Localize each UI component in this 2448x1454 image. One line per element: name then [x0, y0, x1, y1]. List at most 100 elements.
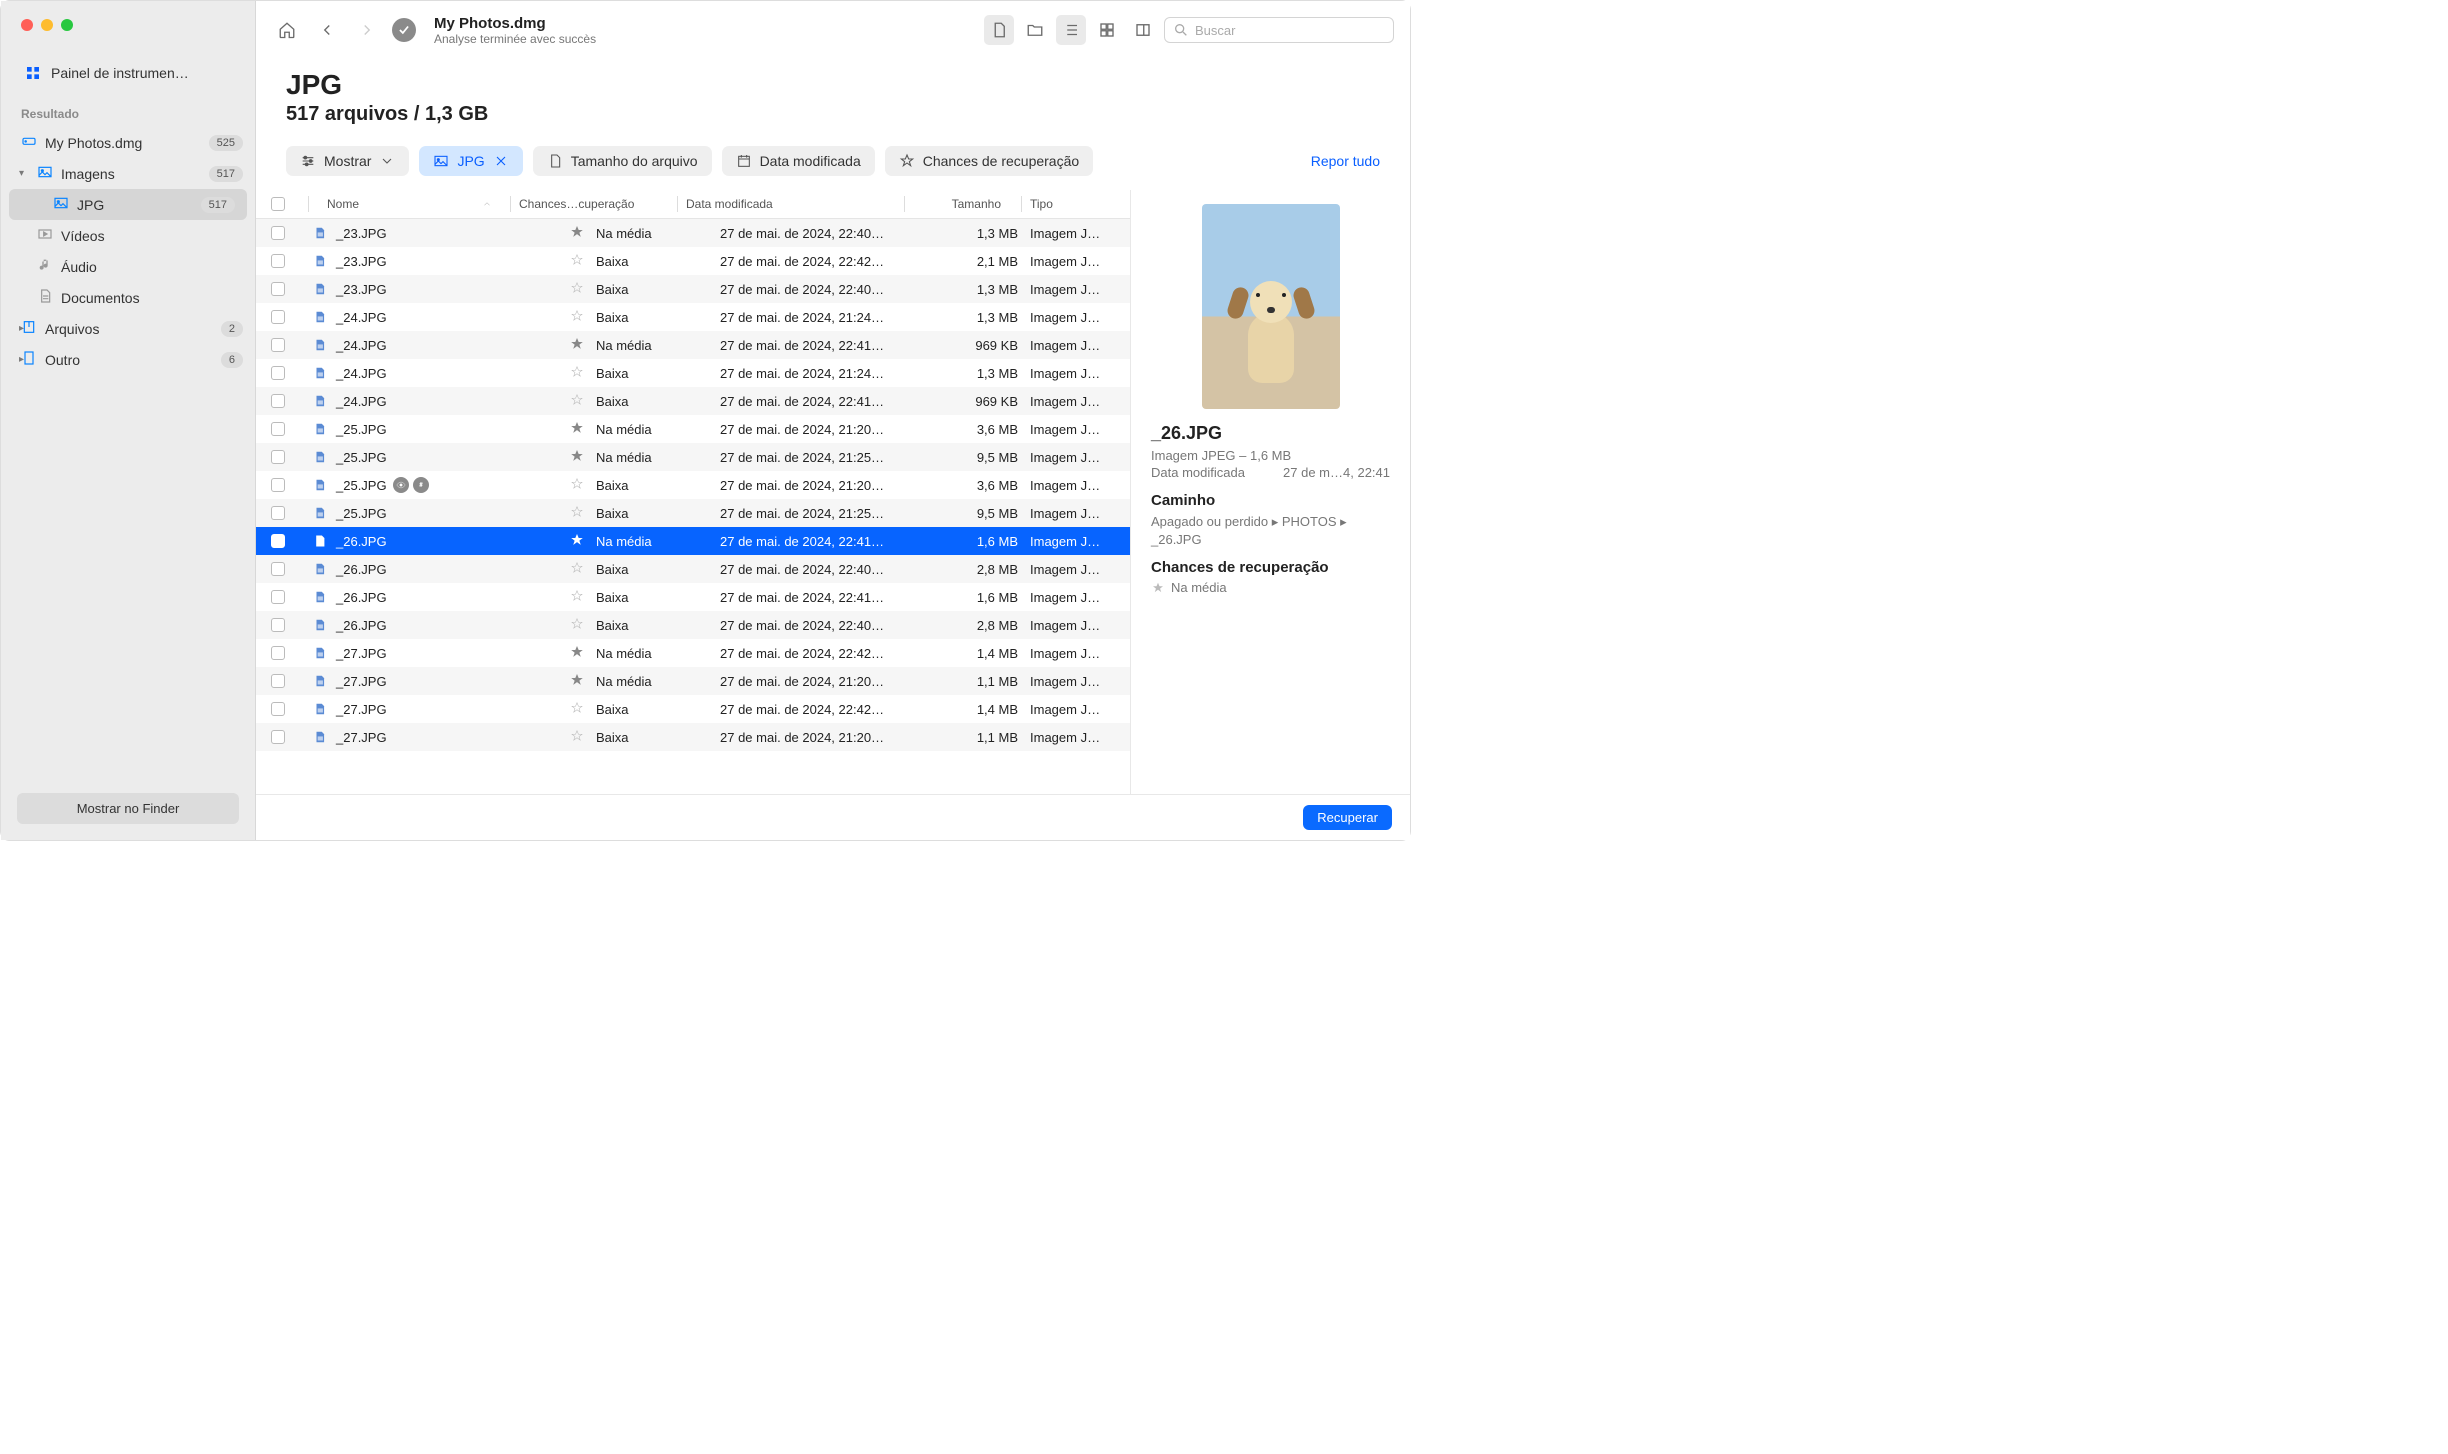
- view-folder-button[interactable]: [1020, 15, 1050, 45]
- row-checkbox[interactable]: [271, 534, 285, 548]
- sidebar-item-imagens[interactable]: ▾Imagens517: [1, 158, 255, 189]
- sidebar-item-my-photos-dmg[interactable]: My Photos.dmg525: [1, 127, 255, 158]
- recovery-level: Baixa: [596, 730, 629, 745]
- sidebar-item-documentos[interactable]: Documentos: [1, 282, 255, 313]
- sidebar-item-v-deos[interactable]: Vídeos: [1, 220, 255, 251]
- file-date: 27 de mai. de 2024, 22:41…: [720, 590, 930, 605]
- filter-chances[interactable]: Chances de recuperação: [885, 146, 1093, 176]
- row-checkbox[interactable]: [271, 338, 285, 352]
- sidebar-item--udio[interactable]: Áudio: [1, 251, 255, 282]
- row-checkbox[interactable]: [271, 562, 285, 576]
- table-row[interactable]: _27.JPGNa média27 de mai. de 2024, 22:42…: [256, 639, 1130, 667]
- row-checkbox[interactable]: [271, 674, 285, 688]
- row-checkbox[interactable]: [271, 394, 285, 408]
- table-row[interactable]: _25.JPGBaixa27 de mai. de 2024, 21:25…9,…: [256, 499, 1130, 527]
- filter-show[interactable]: Mostrar: [286, 146, 409, 176]
- file-type: Imagem J…: [1030, 226, 1130, 241]
- table-row[interactable]: _23.JPGNa média27 de mai. de 2024, 22:40…: [256, 219, 1130, 247]
- file-name: _27.JPG: [336, 702, 387, 717]
- hex-icon[interactable]: #: [413, 477, 429, 493]
- table-row[interactable]: _24.JPGBaixa27 de mai. de 2024, 21:24…1,…: [256, 303, 1130, 331]
- search-placeholder: Buscar: [1195, 23, 1235, 38]
- show-in-finder-button[interactable]: Mostrar no Finder: [17, 793, 239, 824]
- table-row[interactable]: _24.JPGNa média27 de mai. de 2024, 22:41…: [256, 331, 1130, 359]
- row-checkbox[interactable]: [271, 478, 285, 492]
- home-button[interactable]: [272, 15, 302, 45]
- table-row[interactable]: _24.JPGBaixa27 de mai. de 2024, 21:24…1,…: [256, 359, 1130, 387]
- table-row[interactable]: _25.JPGNa média27 de mai. de 2024, 21:25…: [256, 443, 1130, 471]
- chevron-down-icon: [379, 153, 395, 169]
- preview-icon[interactable]: [393, 477, 409, 493]
- table-row[interactable]: _26.JPGBaixa27 de mai. de 2024, 22:40…2,…: [256, 611, 1130, 639]
- recover-button[interactable]: Recuperar: [1303, 805, 1392, 830]
- file-icon: [310, 562, 330, 576]
- table-row[interactable]: _27.JPGNa média27 de mai. de 2024, 21:20…: [256, 667, 1130, 695]
- back-button[interactable]: [312, 15, 342, 45]
- row-checkbox[interactable]: [271, 366, 285, 380]
- col-size[interactable]: Tamanho: [913, 197, 1013, 211]
- file-icon: [310, 422, 330, 436]
- image-icon: [37, 164, 53, 183]
- table-row[interactable]: _27.JPGBaixa27 de mai. de 2024, 22:42…1,…: [256, 695, 1130, 723]
- row-checkbox[interactable]: [271, 730, 285, 744]
- forward-button[interactable]: [352, 15, 382, 45]
- chevron-right-icon[interactable]: ▸: [19, 354, 24, 365]
- row-checkbox[interactable]: [271, 422, 285, 436]
- table-row[interactable]: _24.JPGBaixa27 de mai. de 2024, 22:41…96…: [256, 387, 1130, 415]
- table-row[interactable]: _23.JPGBaixa27 de mai. de 2024, 22:40…1,…: [256, 275, 1130, 303]
- file-icon: [310, 226, 330, 240]
- video-icon: [37, 226, 53, 245]
- col-type[interactable]: Tipo: [1030, 197, 1130, 211]
- sidebar-item-jpg[interactable]: JPG517: [9, 189, 247, 220]
- details-path-value: Apagado ou perdido ▸ PHOTOS ▸ _26.JPG: [1151, 513, 1390, 549]
- col-recovery[interactable]: Chances…cuperação: [519, 197, 669, 211]
- row-checkbox[interactable]: [271, 646, 285, 660]
- sort-asc-icon: [482, 199, 492, 209]
- reset-filters[interactable]: Repor tudo: [1311, 153, 1380, 169]
- row-checkbox[interactable]: [271, 618, 285, 632]
- recovery-level: Na média: [596, 338, 652, 353]
- sidebar-dashboard[interactable]: Painel de instrumen…: [9, 57, 247, 89]
- row-checkbox[interactable]: [271, 506, 285, 520]
- table-row[interactable]: _25.JPGNa média27 de mai. de 2024, 21:20…: [256, 415, 1130, 443]
- chevron-down-icon[interactable]: ▾: [19, 168, 24, 179]
- search-input[interactable]: Buscar: [1164, 17, 1394, 43]
- view-grid-button[interactable]: [1092, 15, 1122, 45]
- row-checkbox[interactable]: [271, 254, 285, 268]
- filter-jpg[interactable]: JPG: [419, 146, 522, 176]
- table-row[interactable]: _25.JPG#Baixa27 de mai. de 2024, 21:20…3…: [256, 471, 1130, 499]
- close-icon[interactable]: [21, 19, 33, 31]
- table-row[interactable]: _23.JPGBaixa27 de mai. de 2024, 22:42…2,…: [256, 247, 1130, 275]
- table-row[interactable]: _26.JPGBaixa27 de mai. de 2024, 22:40…2,…: [256, 555, 1130, 583]
- star-icon: [899, 153, 915, 169]
- file-icon: [310, 254, 330, 268]
- toggle-sidebar-button[interactable]: [1128, 15, 1158, 45]
- row-checkbox[interactable]: [271, 226, 285, 240]
- row-checkbox[interactable]: [271, 702, 285, 716]
- view-list-button[interactable]: [1056, 15, 1086, 45]
- file-type: Imagem J…: [1030, 422, 1130, 437]
- col-date[interactable]: Data modificada: [686, 197, 896, 211]
- close-icon[interactable]: [493, 153, 509, 169]
- table-row[interactable]: _26.JPGBaixa27 de mai. de 2024, 22:41…1,…: [256, 583, 1130, 611]
- filter-size[interactable]: Tamanho do arquivo: [533, 146, 712, 176]
- row-checkbox[interactable]: [271, 310, 285, 324]
- file-icon: [310, 282, 330, 296]
- row-checkbox[interactable]: [271, 590, 285, 604]
- minimize-icon[interactable]: [41, 19, 53, 31]
- file-icon: [310, 674, 330, 688]
- maximize-icon[interactable]: [61, 19, 73, 31]
- chevron-right-icon[interactable]: ▸: [19, 323, 24, 334]
- filter-date[interactable]: Data modificada: [722, 146, 875, 176]
- view-document-button[interactable]: [984, 15, 1014, 45]
- select-all-checkbox[interactable]: [271, 197, 285, 211]
- table-row[interactable]: _27.JPGBaixa27 de mai. de 2024, 21:20…1,…: [256, 723, 1130, 751]
- row-checkbox[interactable]: [271, 450, 285, 464]
- sidebar-item-arquivos[interactable]: ▸Arquivos2: [1, 313, 255, 344]
- col-name[interactable]: Nome: [317, 197, 502, 211]
- recovery-level: Na média: [596, 674, 652, 689]
- file-type: Imagem J…: [1030, 730, 1130, 745]
- table-row[interactable]: _26.JPGNa média27 de mai. de 2024, 22:41…: [256, 527, 1130, 555]
- row-checkbox[interactable]: [271, 282, 285, 296]
- sidebar-item-outro[interactable]: ▸Outro6: [1, 344, 255, 375]
